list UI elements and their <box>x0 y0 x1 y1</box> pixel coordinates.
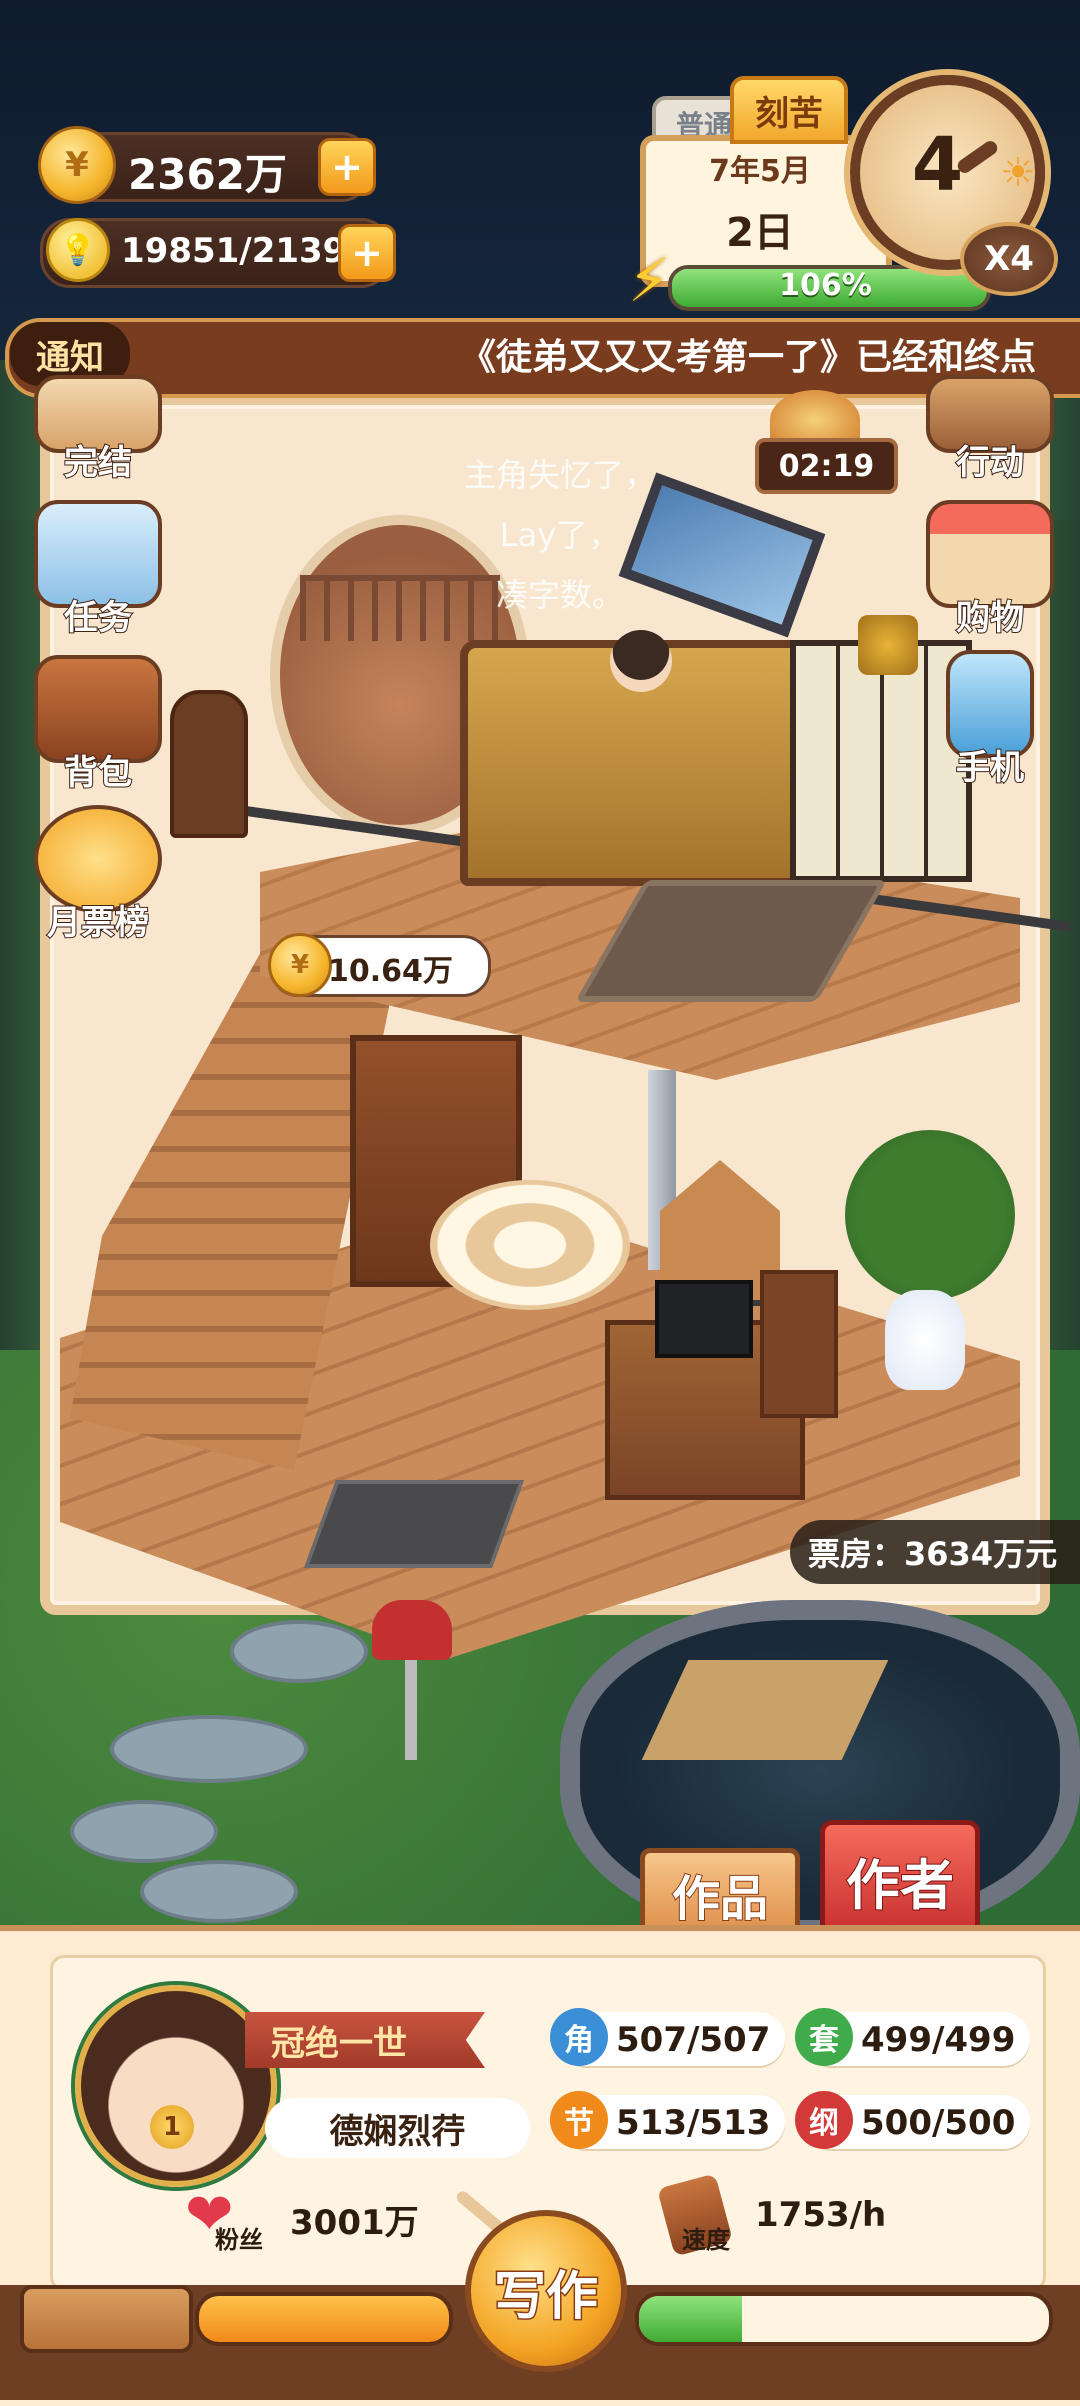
event-timer[interactable]: 02:19 <box>755 438 898 494</box>
pacing-stat-icon: 节 <box>550 2091 608 2149</box>
author-button[interactable]: 作者 <box>820 1820 980 1940</box>
side-button-label: 行动 <box>955 442 1025 484</box>
character-stat-icon: 角 <box>550 2008 608 2066</box>
potted-orange-tree[interactable] <box>845 1130 1015 1390</box>
outline-stat-icon: 纲 <box>795 2091 853 2149</box>
side-button-label: 任务 <box>63 597 133 639</box>
stepping-stone <box>140 1860 298 1923</box>
income-amount: 10.64万 <box>328 954 453 989</box>
sleeping-character[interactable] <box>610 630 672 692</box>
writing-progress-bar <box>195 2292 453 2346</box>
box-office-label: 票房：3634万元 <box>790 1520 1080 1584</box>
side-button-label: 手机 <box>955 747 1025 789</box>
stat-value: 513/513 <box>616 2103 771 2143</box>
stat-character: 角 507/507 <box>550 2008 785 2066</box>
lightbulb-icon: 💡 <box>46 218 110 282</box>
tab-hard[interactable]: 刻苦 <box>730 76 848 144</box>
stepping-stone <box>110 1715 308 1783</box>
avatar-trophy-badge: 1 <box>150 2105 194 2149</box>
side-button-backpack[interactable]: 背包 <box>28 655 168 794</box>
side-button-tasks[interactable]: 任务 <box>28 500 168 639</box>
coin-icon: ¥ <box>268 933 332 997</box>
write-button[interactable]: 写作 <box>465 2210 627 2372</box>
trophy-icon[interactable] <box>858 615 918 675</box>
stat-routine: 套 499/499 <box>795 2008 1030 2066</box>
side-button-label: 背包 <box>63 752 133 794</box>
story-line: 凑字数。 <box>495 576 624 614</box>
lightning-icon[interactable]: ⚡ <box>628 246 678 316</box>
stat-value: 499/499 <box>861 2020 1016 2060</box>
story-floating-text: 主角失忆了， Lay了， 凑字数。 <box>400 445 720 625</box>
mailbox[interactable] <box>372 1600 452 1660</box>
bottom-left-tab[interactable] <box>20 2285 193 2353</box>
coin-icon: ¥ <box>38 126 116 204</box>
routine-stat-icon: 套 <box>795 2008 853 2066</box>
side-button-label: 月票榜 <box>46 902 150 944</box>
speed-multiplier-button[interactable]: X4 <box>960 222 1058 296</box>
calendar-month: 7年5月 <box>709 154 811 189</box>
pendulum-clock[interactable] <box>170 690 248 838</box>
dial-value: 4 <box>911 122 964 208</box>
chapter-progress-fill <box>639 2296 742 2342</box>
mailbox-pole <box>405 1660 417 1760</box>
writing-progress-fill <box>199 2296 449 2342</box>
side-button-label: 购物 <box>955 597 1025 639</box>
stepping-stone <box>70 1800 218 1863</box>
side-button-completed[interactable]: 完结 <box>28 375 168 484</box>
stat-pacing: 节 513/513 <box>550 2091 785 2149</box>
story-line: 主角失忆了， <box>463 456 656 494</box>
side-button-phone[interactable]: 手机 <box>920 650 1060 789</box>
stat-value: 507/507 <box>616 2020 771 2060</box>
side-button-label: 完结 <box>63 442 133 484</box>
chapter-progress-bar <box>635 2292 1053 2346</box>
fans-value: 3001万 <box>290 2203 419 2243</box>
side-button-shop[interactable]: 购物 <box>920 500 1060 639</box>
add-coins-button[interactable]: + <box>318 138 376 196</box>
door-mat <box>303 1480 525 1568</box>
stat-outline: 纲 500/500 <box>795 2091 1030 2149</box>
author-name[interactable]: 德娴烈荇 <box>265 2098 530 2158</box>
inspiration-amount: 19851/21399 <box>121 231 370 271</box>
speed-value: 1753/h <box>755 2195 887 2235</box>
coin-amount: 2362万 <box>128 150 287 199</box>
author-title-ribbon: 冠绝一世 <box>245 2012 485 2068</box>
stamina-progress-text: 106% <box>779 268 872 303</box>
stepping-stone <box>230 1620 368 1683</box>
computer-monitor[interactable] <box>655 1280 753 1358</box>
side-button-monthly-ticket-rank[interactable]: 月票榜 <box>28 805 168 944</box>
story-line: Lay了， <box>499 516 621 554</box>
round-rug <box>430 1180 630 1310</box>
desk-chair[interactable] <box>760 1270 838 1418</box>
notice-text: 《徒弟又又又考第一了》已经和终点 <box>460 337 1037 378</box>
side-button-action[interactable]: 行动 <box>920 375 1060 484</box>
stat-value: 500/500 <box>861 2103 1016 2143</box>
add-inspiration-button[interactable]: + <box>338 224 396 282</box>
speed-label: 速度 <box>682 2226 730 2254</box>
sun-icon: ☀ <box>1000 150 1036 196</box>
fans-label: 粉丝 <box>215 2226 263 2254</box>
